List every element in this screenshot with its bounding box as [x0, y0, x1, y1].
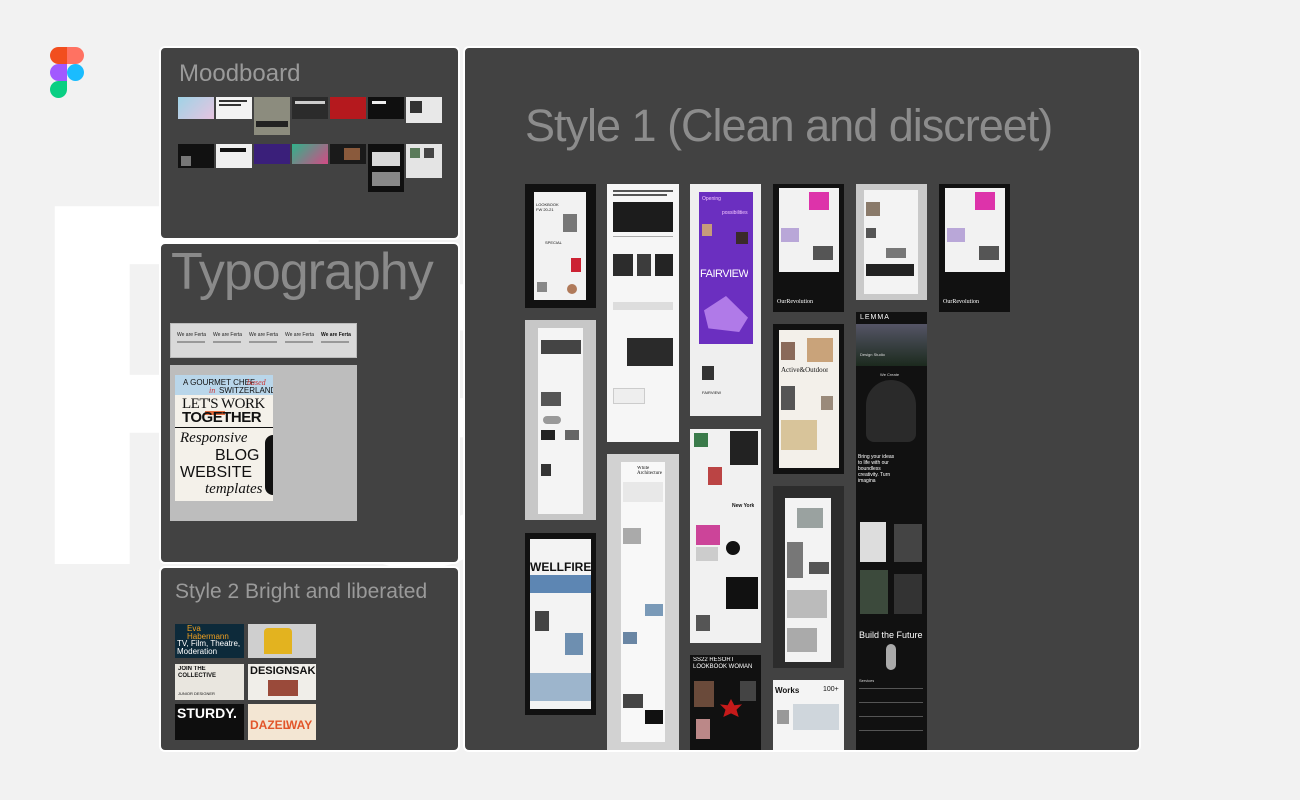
special-label: SPECIAL	[545, 240, 562, 245]
typography-frame[interactable]: Typography We are Ferta We are Ferta We …	[159, 242, 460, 564]
white-architecture-title: White Architecture	[637, 466, 662, 476]
style1-card-resort[interactable]: SS22 RESORT LOOKBOOK WOMAN	[690, 655, 761, 750]
style1-card-article[interactable]	[607, 184, 679, 442]
style2-card-sturdy[interactable]: STURDY.	[175, 704, 244, 740]
poster-line-6: BLOG	[215, 447, 260, 464]
style1-card-fairview[interactable]: Opening possibilities FAIRVIEW FAIRVIEW	[690, 184, 761, 416]
moodboard-thumb[interactable]	[292, 97, 328, 119]
active-outdoor-label: Active&Outdoor	[781, 366, 829, 374]
style1-card-revolution-a[interactable]: OurRevolution	[773, 184, 844, 312]
style1-card-lookbook[interactable]: LOOKBOOK FW 20-21 SPECIAL	[525, 184, 596, 308]
poster-line-8: templates	[205, 481, 263, 497]
opening-label: Opening	[702, 196, 721, 202]
sample-item: We are Ferta	[249, 332, 279, 338]
moodboard-title: Moodboard	[179, 60, 301, 87]
lookbook-title: LOOKBOOK FW 20-21	[536, 202, 559, 212]
sturdy-title: STURDY.	[177, 705, 237, 721]
eva-subtitle: TV, Film, Theatre, Moderation	[177, 640, 241, 656]
poster-line-2a: in	[209, 386, 216, 395]
style1-frame[interactable]: Style 1 (Clean and discreet) LOOKBOOK FW…	[463, 46, 1141, 752]
style1-card-wellfire[interactable]: WELLFIRE	[525, 533, 596, 715]
poster-line-4: TOGETHER	[182, 409, 262, 426]
moodboard-frame[interactable]: Moodboard	[159, 46, 460, 240]
eva-name: Eva Habermann	[187, 625, 229, 641]
style1-title: Style 1 (Clean and discreet)	[525, 100, 1053, 151]
poster-line-7: WEBSITE	[180, 464, 253, 481]
sample-item: We are Ferta	[177, 332, 207, 338]
style1-card-grey-site[interactable]	[856, 184, 927, 300]
bring-ideas-text: Bring your ideas to life with our boundl…	[858, 454, 895, 484]
dazel-word: DAZEL	[250, 718, 290, 732]
our-revolution-label: OurRevolution	[777, 299, 813, 305]
moodboard-thumb[interactable]	[216, 97, 252, 119]
services-label: Services	[859, 678, 875, 683]
junior-label: JUNIOR DESIGNER	[178, 691, 215, 696]
style1-card-portraits[interactable]: New York	[690, 429, 761, 643]
resort-title: SS22 RESORT LOOKBOOK WOMAN	[693, 657, 753, 670]
fairview-small: FAIRVIEW	[702, 390, 722, 395]
typography-title: Typography	[171, 243, 434, 301]
style1-card-works[interactable]: Works 100+	[773, 680, 844, 750]
figma-logo-icon	[50, 47, 84, 98]
moodboard-thumb[interactable]	[254, 144, 290, 164]
moodboard-thumb[interactable]	[178, 97, 214, 119]
style1-card-architecture[interactable]: White Architecture	[607, 454, 679, 750]
sample-item: We are Ferta	[213, 332, 243, 338]
style2-card-designsake[interactable]: DESIGNSAKE	[248, 664, 316, 700]
style1-card-minimal-dark[interactable]	[773, 486, 844, 668]
we-create-label: We Create	[880, 372, 900, 377]
moodboard-thumb[interactable]	[406, 97, 442, 123]
style2-card-yellow[interactable]	[248, 624, 316, 658]
designsake-title: DESIGNSAKE	[250, 665, 316, 677]
moodboard-thumb[interactable]	[406, 144, 442, 178]
style1-card-active-outdoor[interactable]: Active&Outdoor	[773, 324, 844, 474]
new-york-label: New York	[732, 503, 755, 509]
sample-item: We are Ferta	[321, 332, 351, 338]
typography-sample-strip[interactable]: We are Ferta We are Ferta We are Ferta W…	[170, 323, 357, 358]
moodboard-thumb[interactable]	[216, 144, 252, 168]
style1-card-lemma[interactable]: LEMMA Design Studio We Create Bring your…	[856, 312, 927, 750]
possibilities-label: possibilities	[722, 210, 748, 216]
moodboard-thumb[interactable]	[330, 97, 366, 119]
design-studio-label: Design Studio	[860, 352, 885, 357]
wellfire-title: WELLFIRE	[530, 560, 592, 574]
moodboard-thumb[interactable]	[254, 97, 290, 135]
fairview-title: FAIRVIEW	[700, 268, 749, 280]
typography-poster-frame[interactable]: A GOURMET CHEF based in SWITZERLAND LET'…	[170, 365, 357, 521]
style2-card-dazel[interactable]: DAZEL WAY	[248, 704, 316, 740]
lemma-logo: LEMMA	[860, 314, 890, 321]
style2-title: Style 2 Bright and liberated	[175, 580, 428, 603]
works-title: Works	[775, 686, 800, 695]
build-future-label: Build the Future	[859, 630, 923, 640]
style2-card-eva[interactable]: Eva Habermann TV, Film, Theatre, Moderat…	[175, 624, 244, 658]
moodboard-thumb[interactable]	[368, 97, 404, 119]
moodboard-thumb[interactable]	[292, 144, 328, 164]
style1-card-revolution-b[interactable]: OurRevolution	[939, 184, 1010, 312]
moodboard-thumb[interactable]	[178, 144, 214, 168]
way-word: WAY	[286, 718, 313, 732]
join-title: JOIN THE COLLECTIVE	[178, 666, 217, 679]
poster-line-2b: SWITZERLAND	[219, 386, 273, 395]
sample-item: We are Ferta	[285, 332, 315, 338]
style1-card-grey-page[interactable]	[525, 320, 596, 520]
our-revolution-label: OurRevolution	[943, 299, 979, 305]
works-count: 100+	[823, 686, 839, 693]
poster-line-5: Responsive	[180, 430, 248, 446]
style2-card-join[interactable]: JOIN THE COLLECTIVE JUNIOR DESIGNER	[175, 664, 244, 700]
moodboard-thumb[interactable]	[368, 144, 404, 192]
typography-poster[interactable]: A GOURMET CHEF based in SWITZERLAND LET'…	[175, 375, 273, 501]
moodboard-thumb[interactable]	[330, 144, 366, 164]
style2-frame[interactable]: Style 2 Bright and liberated Eva Haberma…	[159, 566, 460, 752]
